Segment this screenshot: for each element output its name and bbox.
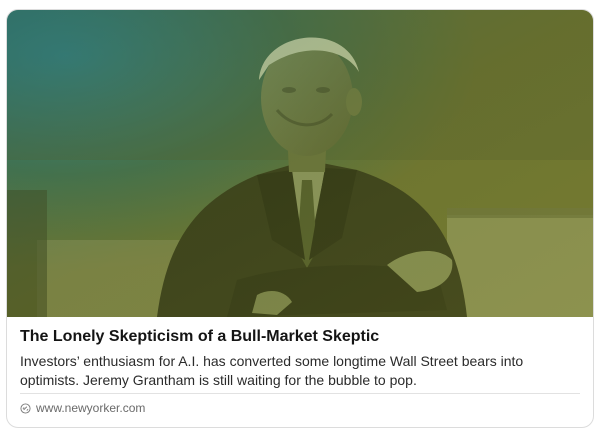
source-link[interactable]: www.newyorker.com — [20, 401, 145, 415]
source-domain: www.newyorker.com — [36, 401, 146, 415]
link-preview-card[interactable]: The Lonely Skepticism of a Bull-Market S… — [6, 9, 594, 428]
preview-title[interactable]: The Lonely Skepticism of a Bull-Market S… — [20, 328, 379, 346]
link-icon — [20, 402, 31, 414]
divider — [20, 393, 580, 394]
preview-description: Investors’ enthusiasm for A.I. has conve… — [20, 353, 524, 388]
hero-image[interactable] — [7, 10, 593, 317]
speaker-photo — [7, 10, 593, 317]
